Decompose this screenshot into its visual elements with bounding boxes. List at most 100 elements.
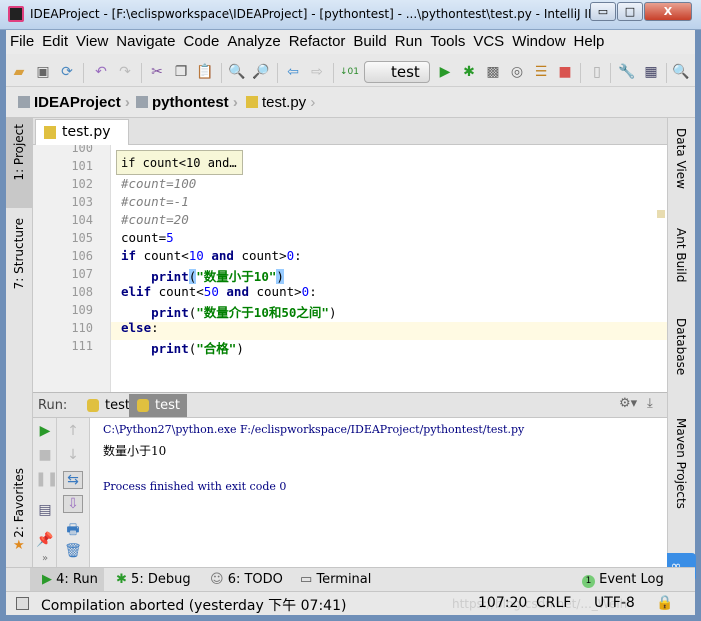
scroll-to-end-icon[interactable]: ⇩ (63, 495, 83, 513)
paste-icon[interactable]: 📋 (196, 63, 214, 81)
tool-window-favorites[interactable]: 2: Favorites (12, 468, 26, 538)
search-everywhere-icon[interactable]: 🔍 (672, 63, 690, 81)
file-encoding[interactable]: UTF-8 (594, 595, 635, 611)
make-project-icon[interactable]: ↓01 (340, 63, 359, 81)
back-icon[interactable]: ⇦ (284, 63, 302, 81)
event-count-badge: 1 (582, 575, 595, 588)
down-icon[interactable]: ↓ (63, 447, 83, 463)
tool-window-database[interactable]: Database (674, 318, 688, 375)
error-stripe-marker[interactable] (657, 210, 665, 218)
undo-icon[interactable]: ↶ (92, 63, 110, 81)
tool-tab-run[interactable]: ▶ 4: Run (42, 572, 98, 587)
code-line[interactable]: elif count<50 and count>0: (121, 284, 317, 299)
menu-help[interactable]: Help (570, 30, 609, 50)
code-line[interactable]: print("数量小于10") (121, 266, 284, 285)
console-actions: ↑ ↓ ⇆ ⇩ 🖶 🗑 (57, 418, 90, 568)
tool-tab-debug[interactable]: ✱ 5: Debug (116, 572, 191, 587)
hide-icon[interactable]: ⤓ (647, 396, 653, 411)
code-editor[interactable]: 100 101 102 #count=100 103 #count=-1 104 #count… (33, 145, 667, 392)
code-line[interactable]: print("合格") (121, 338, 244, 357)
caret-position[interactable]: 107:20 (478, 595, 527, 611)
close-button[interactable]: X (644, 2, 692, 21)
settings-icon[interactable]: 🔧 (618, 63, 636, 81)
tool-window-ant-build[interactable]: Ant Build (674, 228, 688, 282)
tool-window-maven[interactable]: Maven Projects (674, 418, 688, 509)
redo-icon[interactable]: ↷ (116, 63, 134, 81)
rerun-icon[interactable]: ☰ (532, 63, 550, 81)
minimize-button[interactable]: ▭ (590, 2, 616, 21)
run-icon[interactable]: ▶ (436, 63, 454, 81)
code-line[interactable]: if count<10 and count>0: (121, 248, 302, 263)
menu-run[interactable]: Run (391, 30, 427, 50)
print-icon[interactable]: 🖶 (63, 519, 83, 543)
stop-icon[interactable]: ■ (556, 63, 574, 81)
open-icon[interactable]: ▰ (10, 63, 28, 81)
tool-tab-label: 4: Run (56, 572, 98, 587)
tool-window-data-view[interactable]: Data View (674, 128, 688, 189)
debug-icon[interactable]: ✱ (460, 63, 478, 81)
save-icon[interactable]: ▣ (34, 63, 52, 81)
copy-icon[interactable]: ❐ (172, 63, 190, 81)
code-line[interactable]: print("数量介于10和50之间") (121, 302, 336, 321)
gear-icon[interactable]: ⚙▾ (619, 396, 637, 411)
menu-file[interactable]: File (6, 30, 38, 50)
pause-icon[interactable]: ❚❚ (35, 471, 58, 487)
find-icon[interactable]: 🔍 (228, 63, 246, 81)
trash-icon[interactable]: 🗑 (63, 543, 83, 559)
line-separator[interactable]: CRLF (536, 595, 571, 611)
replace-icon[interactable]: 🔎 (252, 63, 270, 81)
cut-icon[interactable]: ✂ (148, 63, 166, 81)
run-config-label: test (391, 63, 420, 81)
menu-build[interactable]: Build (349, 30, 390, 50)
more-icon[interactable]: » (35, 553, 55, 564)
tool-windows-toggle-icon[interactable] (16, 597, 29, 610)
breadcrumb-label: pythontest (152, 94, 229, 111)
code-line[interactable]: count=5 (121, 230, 174, 245)
breadcrumb-file[interactable]: test.py › (246, 94, 315, 111)
menu-code[interactable]: Code (179, 30, 223, 50)
menu-edit[interactable]: Edit (38, 30, 72, 50)
forward-icon[interactable]: ⇨ (308, 63, 326, 81)
code-line[interactable]: #count=100 (121, 176, 196, 191)
soft-wrap-icon[interactable]: ⇆ (63, 471, 83, 489)
breadcrumb-module[interactable]: pythontest › (136, 94, 238, 111)
line-number: 108 (71, 285, 93, 299)
run-config-select[interactable]: test ▼ (364, 61, 430, 100)
run-panel-header: Run: test test ⚙▾ ⤓ (33, 393, 667, 418)
tab-test-py[interactable]: test.py × (35, 119, 129, 155)
layout-icon[interactable]: ▤ (35, 502, 55, 518)
console-line: 数量小于10 (103, 444, 167, 458)
code-line[interactable]: #count=20 (121, 212, 189, 227)
editor-tabs: test.py × (33, 118, 667, 155)
folder-icon (136, 96, 148, 108)
tool-window-structure[interactable]: 7: Structure (12, 218, 26, 289)
up-icon[interactable]: ↑ (63, 423, 83, 439)
breadcrumb-project[interactable]: IDEAProject › (18, 94, 130, 111)
run-tab[interactable]: test (79, 394, 130, 417)
menu-navigate[interactable]: Navigate (112, 30, 179, 50)
profile-icon[interactable]: ◎ (508, 63, 526, 81)
sync-icon[interactable]: ⟳ (58, 63, 76, 81)
menu-analyze[interactable]: Analyze (223, 30, 284, 50)
run-icon: ▶ (42, 572, 52, 587)
menu-refactor[interactable]: Refactor (285, 30, 350, 50)
code-line[interactable]: #count=-1 (121, 194, 189, 209)
coverage-icon[interactable]: ▩ (484, 63, 502, 81)
project-structure-icon[interactable]: ▯ (588, 63, 606, 81)
code-line[interactable]: else: (121, 320, 159, 335)
tool-tab-terminal[interactable]: ▭ Terminal (300, 572, 371, 587)
stop-icon[interactable]: ■ (35, 447, 55, 463)
menu-vcs[interactable]: VCS (469, 30, 508, 50)
pin-icon[interactable]: 📌 (35, 532, 55, 548)
maximize-button[interactable]: □ (617, 2, 643, 21)
rerun-icon[interactable]: ▶ (35, 423, 55, 439)
run-tab-active[interactable]: test (129, 394, 187, 417)
sdk-icon[interactable]: ▦ (642, 63, 660, 81)
lock-icon[interactable]: 🔒 (656, 595, 673, 611)
menu-window[interactable]: Window (508, 30, 569, 50)
menu-tools[interactable]: Tools (426, 30, 469, 50)
menu-view[interactable]: View (72, 30, 112, 50)
tool-tab-event-log[interactable]: 1 Event Log (582, 572, 664, 588)
tool-tab-todo[interactable]: ☺ 6: TODO (210, 572, 283, 587)
tool-window-project[interactable]: 1: Project (12, 124, 26, 181)
